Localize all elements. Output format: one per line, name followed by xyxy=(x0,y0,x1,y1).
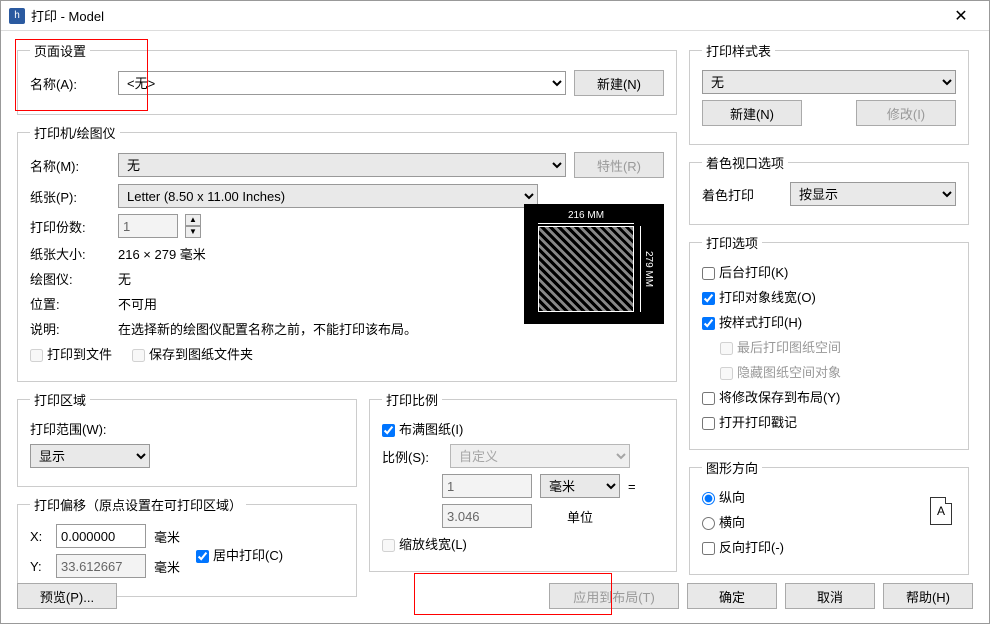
apply-button[interactable]: 应用到布局(T) xyxy=(549,583,679,609)
page-setup-new-button[interactable]: 新建(N) xyxy=(574,70,664,96)
titlebar: h 打印 - Model ✕ xyxy=(1,1,989,31)
copies-spinner[interactable]: ▲▼ xyxy=(185,214,201,238)
printer-name-label: 名称(M): xyxy=(30,156,110,175)
desc-value: 在选择新的绘图仪配置名称之前，不能打印该布局。 xyxy=(118,319,417,338)
opt-styles-checkbox[interactable]: 按样式打印(H) xyxy=(702,312,802,331)
plot-scale-group: 打印比例 布满图纸(I) 比例(S): 自定义 毫米 = 单位 缩放线宽(L) xyxy=(369,390,677,572)
plot-area-group: 打印区域 打印范围(W): 显示 xyxy=(17,390,357,487)
opt-lineweights-checkbox[interactable]: 打印对象线宽(O) xyxy=(702,287,816,306)
desc-label: 说明: xyxy=(30,319,110,338)
page-setup-name-select[interactable]: <无> xyxy=(118,71,566,95)
window-title: 打印 - Model xyxy=(31,6,941,25)
copies-label: 打印份数: xyxy=(30,217,110,236)
paper-select[interactable]: Letter (8.50 x 11.00 Inches) xyxy=(118,184,538,208)
printer-props-button[interactable]: 特性(R) xyxy=(574,152,664,178)
scale-select[interactable]: 自定义 xyxy=(450,444,630,468)
plot-offset-legend: 打印偏移（原点设置在可打印区域） xyxy=(30,495,246,514)
fit-paper-checkbox[interactable]: 布满图纸(I) xyxy=(382,419,463,438)
reverse-checkbox[interactable]: 反向打印(-) xyxy=(702,537,784,556)
plotter-label: 绘图仪: xyxy=(30,269,110,288)
plot-area-legend: 打印区域 xyxy=(30,390,90,409)
paper-size-value: 216 × 279 毫米 xyxy=(118,244,206,263)
orientation-icon: A xyxy=(930,497,952,525)
cancel-button[interactable]: 取消 xyxy=(785,583,875,609)
orientation-legend: 图形方向 xyxy=(702,458,762,477)
app-icon: h xyxy=(9,8,25,24)
opt-stamp-checkbox[interactable]: 打开打印戳记 xyxy=(702,412,797,431)
landscape-radio[interactable]: 横向 xyxy=(702,512,745,531)
scale-num2-input[interactable] xyxy=(442,504,532,528)
style-new-button[interactable]: 新建(N) xyxy=(702,100,802,126)
plot-range-label: 打印范围(W): xyxy=(30,419,107,438)
copies-input[interactable] xyxy=(118,214,178,238)
save-to-folder-checkbox[interactable]: 保存到图纸文件夹 xyxy=(132,344,253,363)
opt-save-layout-checkbox[interactable]: 将修改保存到布局(Y) xyxy=(702,387,840,406)
opt-hide-paper-checkbox[interactable]: 隐藏图纸空间对象 xyxy=(720,362,841,381)
center-plot-checkbox[interactable]: 居中打印(C) xyxy=(196,545,283,564)
offset-y-input[interactable] xyxy=(56,554,146,578)
page-setup-name-label: 名称(A): xyxy=(30,74,110,93)
close-icon[interactable]: ✕ xyxy=(941,6,981,26)
equals-label: = xyxy=(628,479,636,494)
style-table-legend: 打印样式表 xyxy=(702,41,775,60)
printer-group: 打印机/绘图仪 名称(M): 无 特性(R) 纸张(P): Letter (8.… xyxy=(17,123,677,382)
offset-y-unit: 毫米 xyxy=(154,557,180,576)
style-table-group: 打印样式表 无 新建(N) 修改(I) xyxy=(689,41,969,145)
unit-label: 单位 xyxy=(540,507,620,526)
plot-range-select[interactable]: 显示 xyxy=(30,444,150,468)
preview-button[interactable]: 预览(P)... xyxy=(17,583,117,609)
portrait-radio[interactable]: 纵向 xyxy=(702,487,745,506)
scale-lineweights-checkbox[interactable]: 缩放线宽(L) xyxy=(382,534,467,553)
plot-options-group: 打印选项 后台打印(K) 打印对象线宽(O) 按样式打印(H) 最后打印图纸空间… xyxy=(689,233,969,450)
plot-options-legend: 打印选项 xyxy=(702,233,762,252)
shaded-viewport-group: 着色视口选项 着色打印 按显示 xyxy=(689,153,969,225)
offset-x-unit: 毫米 xyxy=(154,527,180,546)
shade-plot-label: 着色打印 xyxy=(702,185,782,204)
paper-label: 纸张(P): xyxy=(30,187,110,206)
orientation-group: 图形方向 纵向 横向 反向打印(-) A xyxy=(689,458,969,575)
style-table-select[interactable]: 无 xyxy=(702,70,956,94)
plotter-value: 无 xyxy=(118,269,131,288)
location-label: 位置: xyxy=(30,294,110,313)
style-edit-button[interactable]: 修改(I) xyxy=(856,100,956,126)
offset-x-input[interactable] xyxy=(56,524,146,548)
paper-preview: 216 MM 279 MM xyxy=(524,204,664,324)
offset-x-label: X: xyxy=(30,529,48,544)
printer-legend: 打印机/绘图仪 xyxy=(30,123,120,142)
plot-offset-group: 打印偏移（原点设置在可打印区域） X: 毫米 Y: 毫米 居中打印(C) xyxy=(17,495,357,597)
scale-unit-select[interactable]: 毫米 xyxy=(540,474,620,498)
plot-scale-legend: 打印比例 xyxy=(382,390,442,409)
ok-button[interactable]: 确定 xyxy=(687,583,777,609)
shade-plot-select[interactable]: 按显示 xyxy=(790,182,956,206)
page-setup-legend: 页面设置 xyxy=(30,41,90,60)
offset-y-label: Y: xyxy=(30,559,48,574)
page-setup-group: 页面设置 名称(A): <无> 新建(N) xyxy=(17,41,677,115)
bottom-button-bar: 预览(P)... 应用到布局(T) 确定 取消 帮助(H) xyxy=(17,583,973,609)
opt-background-checkbox[interactable]: 后台打印(K) xyxy=(702,262,788,281)
paper-size-label: 纸张大小: xyxy=(30,244,110,263)
opt-last-paper-checkbox[interactable]: 最后打印图纸空间 xyxy=(720,337,841,356)
location-value: 不可用 xyxy=(118,294,157,313)
shaded-legend: 着色视口选项 xyxy=(702,153,788,172)
scale-label: 比例(S): xyxy=(382,447,442,466)
scale-num1-input[interactable] xyxy=(442,474,532,498)
printer-name-select[interactable]: 无 xyxy=(118,153,566,177)
print-to-file-checkbox[interactable]: 打印到文件 xyxy=(30,344,112,363)
help-button[interactable]: 帮助(H) xyxy=(883,583,973,609)
